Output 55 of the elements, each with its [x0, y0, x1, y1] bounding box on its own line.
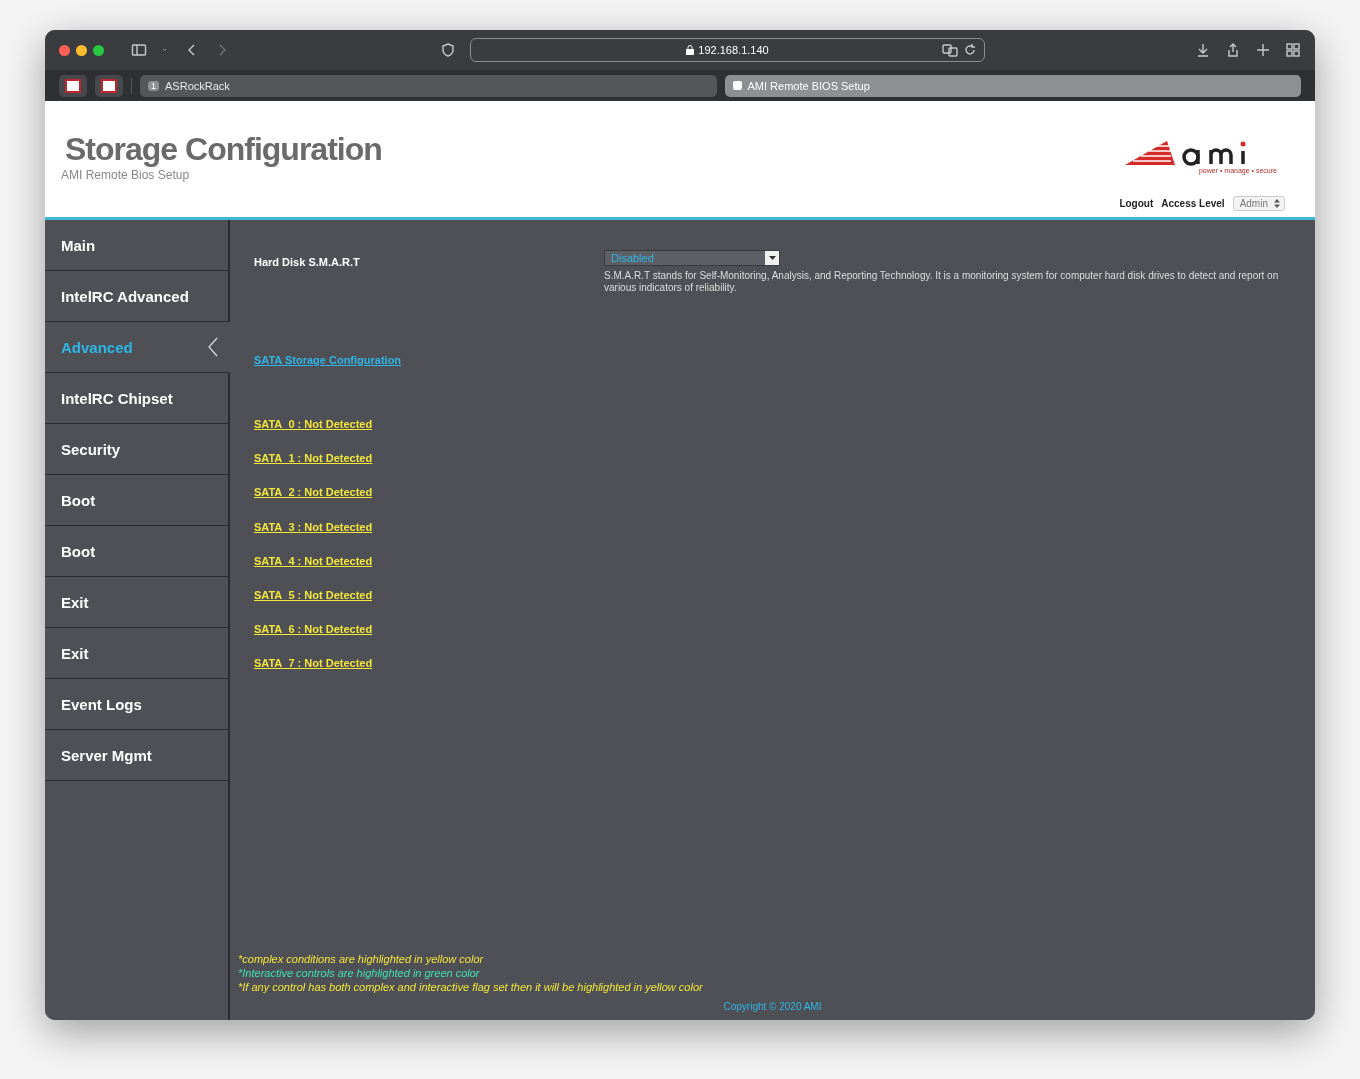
zoom-button[interactable]	[93, 44, 104, 56]
sata-port-link[interactable]: SATA_1 : Not Detected	[254, 452, 373, 465]
download-icon[interactable]	[1195, 42, 1211, 58]
pinned-tab[interactable]	[95, 74, 123, 97]
close-button[interactable]	[59, 44, 70, 56]
tabs-overview-icon[interactable]	[1285, 42, 1301, 58]
tab-title: AMI Remote BIOS Setup	[747, 79, 870, 92]
sidebar-item[interactable]: Exit	[45, 577, 228, 628]
copyright-text: Copyright © 2020 AMI	[723, 1001, 822, 1012]
page-title: Storage Configuration	[65, 131, 382, 168]
sidebar-item[interactable]: Event Logs	[45, 679, 228, 730]
sata-port-link[interactable]: SATA_3 : Not Detected	[254, 520, 373, 533]
reload-icon[interactable]	[962, 42, 978, 58]
plus-icon[interactable]	[1255, 42, 1271, 58]
caret-icon	[768, 256, 776, 260]
chevron-left-icon	[208, 337, 218, 357]
sidebar-item[interactable]: Server Mgmt	[45, 730, 228, 781]
sata-port-link[interactable]: SATA_6 : Not Detected	[254, 623, 373, 636]
sidebar-item[interactable]: Boot	[45, 526, 228, 577]
sidebar-item[interactable]: Boot	[45, 475, 228, 526]
sata-port-link[interactable]: SATA_5 : Not Detected	[254, 588, 373, 601]
browser-tab[interactable]: AMI Remote BIOS Setup	[724, 74, 1301, 97]
pinned-tab[interactable]	[59, 74, 87, 97]
legend-note: *complex conditions are highlighted in yellow color	[238, 953, 485, 965]
legend-note: *Interactive controls are highlighted in green color	[238, 967, 481, 979]
translate-icon[interactable]	[942, 42, 958, 58]
shield-icon[interactable]	[440, 42, 456, 58]
setting-label: Hard Disk S.M.A.R.T	[254, 255, 361, 270]
page-subtitle: AMI Remote Bios Setup	[61, 168, 191, 182]
tab-number-badge: 1	[148, 80, 159, 91]
access-level-label: Access Level	[1161, 198, 1225, 209]
sidebar-item[interactable]: Advanced	[45, 322, 230, 373]
sata-port-link[interactable]: SATA_0 : Not Detected	[254, 418, 373, 430]
sidebar-item[interactable]: Main	[45, 220, 228, 271]
sata-port-link[interactable]: SATA_4 : Not Detected	[254, 554, 373, 567]
lock-icon	[686, 45, 695, 55]
minimize-button[interactable]	[76, 44, 87, 56]
legend-note: *If any control has both complex and interactive flag set then it will be highlighted in yellow color	[238, 981, 704, 993]
logout-link[interactable]: Logout	[1119, 198, 1154, 209]
section-link[interactable]: SATA Storage Configuration	[254, 354, 402, 366]
address-bar[interactable]: 192.168.1.140	[470, 38, 985, 62]
sidebar-item[interactable]: IntelRC Chipset	[45, 373, 228, 424]
favicon-icon	[732, 81, 742, 90]
tab-title: ASRockRack	[165, 79, 230, 92]
sidebar-item[interactable]: Security	[45, 424, 228, 475]
browser-tab[interactable]: 1 ASRockRack	[140, 74, 717, 97]
sidebar-item[interactable]: Exit	[45, 628, 228, 679]
sata-port-link[interactable]: SATA_7 : Not Detected	[254, 657, 373, 670]
setting-help-text: S.M.A.R.T stands for Self-Monitoring, Analysis, and Reporting Technology. It is a monitoring system for computer hard disk drives to detect and report on various indicators of reliability.	[604, 270, 1280, 294]
sata-port-link[interactable]: SATA_2 : Not Detected	[254, 486, 373, 499]
access-level-select[interactable]: Admin	[1232, 196, 1285, 211]
stepper-icon	[1274, 199, 1280, 208]
share-icon[interactable]	[1225, 42, 1241, 58]
sidebar-item[interactable]: IntelRC Advanced	[45, 271, 228, 322]
sidebar-icon[interactable]	[130, 42, 148, 58]
